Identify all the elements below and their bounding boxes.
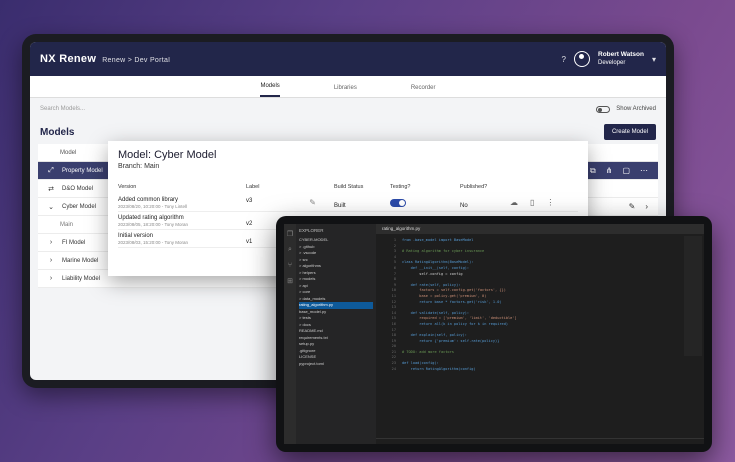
row-label: Main bbox=[60, 221, 74, 228]
user-info[interactable]: Robert Watson Developer bbox=[598, 51, 644, 67]
version-meta: 2023/08/20, 10:20:00 - Tony Lintell bbox=[118, 203, 187, 209]
code-editor-screen: ❐ ⌕ ⑂ ⊞ EXPLORER CYBER-MODEL > .github > .… bbox=[284, 224, 704, 444]
code-text: self.config = config bbox=[402, 271, 463, 276]
row-label: Cyber Model bbox=[62, 203, 97, 210]
tab-bar: Models Libraries Recorder bbox=[30, 76, 666, 98]
breadcrumb[interactable]: Renew > Dev Portal bbox=[102, 57, 170, 64]
explorer-title: EXPLORER bbox=[299, 228, 324, 233]
minimap[interactable] bbox=[684, 236, 702, 356]
code-text: return base * factors.get('risk', 1.0) bbox=[402, 299, 502, 304]
row-label: Liability Model bbox=[62, 275, 101, 282]
version-row[interactable]: Added common library 2023/08/20, 10:20:00… bbox=[118, 194, 578, 212]
toggle-icon[interactable]: ⇄ bbox=[46, 185, 56, 193]
version-label: v2 bbox=[246, 220, 253, 227]
help-icon[interactable]: ? bbox=[562, 55, 566, 64]
chevron-down-icon[interactable]: ⌄ bbox=[46, 203, 56, 211]
activity-bar: ❐ ⌕ ⑂ ⊞ bbox=[284, 224, 296, 444]
user-name: Robert Watson bbox=[598, 51, 644, 58]
code-text: return {'premium': self.rate(policy)} bbox=[402, 338, 500, 343]
top-bar: NX Renew Renew > Dev Portal ? Robert Wats… bbox=[30, 42, 666, 76]
tab-libraries[interactable]: Libraries bbox=[334, 85, 357, 97]
show-archived-toggle[interactable] bbox=[596, 105, 611, 113]
cloud-upload-icon[interactable]: ☁ bbox=[510, 198, 518, 207]
row-actions: ✎ › bbox=[629, 202, 648, 211]
pencil-icon[interactable]: ✎ bbox=[629, 202, 636, 211]
version-title: Updated rating algorithm bbox=[118, 214, 184, 221]
row-label: Marine Model bbox=[62, 257, 99, 264]
more-icon[interactable]: ⋮ bbox=[546, 198, 554, 207]
document-icon[interactable]: ▯ bbox=[530, 198, 534, 207]
chevron-down-icon[interactable]: ▾ bbox=[652, 55, 656, 64]
brand-logo[interactable]: NX Renew Renew > Dev Portal bbox=[40, 53, 170, 65]
source-control-icon[interactable]: ⑂ bbox=[288, 262, 292, 269]
version-meta: 2023/08/03, 15:20:00 - Tony Moran bbox=[118, 239, 188, 245]
modal-title: Model: Cyber Model bbox=[118, 149, 217, 161]
version-title: Added common library bbox=[118, 196, 179, 203]
file-tree: CYBER-MODEL > .github > .vscode > src > al… bbox=[299, 237, 373, 367]
published-header: Published? bbox=[460, 184, 488, 190]
modal-subtitle: Branch: Main bbox=[118, 163, 160, 170]
version-label: v3 bbox=[246, 198, 253, 204]
search-icon[interactable]: ⌕ bbox=[288, 246, 292, 254]
code-text: return RatingAlgorithm(config) bbox=[402, 366, 476, 371]
user-role: Developer bbox=[598, 60, 626, 66]
tree-item[interactable]: pyproject.toml bbox=[299, 361, 373, 368]
page-title: Models bbox=[40, 126, 75, 138]
version-title: Initial version bbox=[118, 232, 154, 239]
code-line: 24 return RatingAlgorithm(config) bbox=[382, 367, 698, 373]
more-icon[interactable]: ⋯ bbox=[640, 166, 648, 176]
files-icon[interactable]: ❐ bbox=[287, 230, 293, 238]
row-actions: ⧉ ⋔ ▢ ⋯ bbox=[590, 166, 648, 176]
row-label: D&O Model bbox=[62, 185, 94, 192]
chevron-right-icon[interactable]: › bbox=[46, 275, 56, 282]
tab-models[interactable]: Models bbox=[260, 83, 280, 97]
build-status: Built bbox=[334, 202, 346, 209]
hierarchy-icon[interactable]: ⋔ bbox=[606, 166, 613, 176]
create-model-button[interactable]: Create Model bbox=[603, 124, 656, 140]
search-input[interactable]: Search Models... bbox=[40, 106, 590, 112]
tab-recorder[interactable]: Recorder bbox=[411, 85, 436, 97]
testing-toggle[interactable] bbox=[390, 198, 406, 207]
row-label: Property Model bbox=[62, 167, 103, 174]
model-column-header: Model bbox=[60, 149, 77, 156]
version-label: v1 bbox=[246, 238, 253, 245]
code-text: return all(k in policy for k in required… bbox=[402, 321, 509, 326]
label-header: Label bbox=[246, 184, 260, 190]
edit-pencil-icon[interactable]: ✎ bbox=[309, 198, 316, 207]
show-archived-label: Show Archived bbox=[616, 106, 656, 112]
row-label: FI Model bbox=[62, 239, 86, 246]
code-text: # Rating algorithm for cyber insurance bbox=[402, 249, 485, 254]
editor-pane: rating_algorithm.py 1 from .base_model im… bbox=[376, 224, 704, 444]
document-icon[interactable]: ▢ bbox=[622, 166, 630, 176]
file-explorer: EXPLORER CYBER-MODEL > .github > .vscode >… bbox=[296, 224, 376, 444]
status-bar bbox=[376, 438, 704, 444]
avatar[interactable] bbox=[574, 51, 590, 67]
version-meta: 2023/08/05, 18:20:00 - Tony Moran bbox=[118, 221, 188, 227]
extensions-icon[interactable]: ⊞ bbox=[287, 277, 293, 285]
build-status-header: Build Status bbox=[334, 184, 364, 190]
chevron-right-icon[interactable]: › bbox=[46, 239, 56, 246]
modal-table-header: Version Label Build Status Testing? Publ… bbox=[118, 184, 578, 194]
code-text: # TODO: add more factors bbox=[402, 349, 454, 354]
search-row: Search Models... Show Archived bbox=[30, 98, 666, 120]
testing-header: Testing? bbox=[390, 184, 411, 190]
chevron-right-icon[interactable]: › bbox=[46, 257, 56, 264]
code-area[interactable]: 1 from .base_model import BaseModel 2 3 # Ra… bbox=[376, 234, 704, 376]
line-number: 24 bbox=[391, 366, 396, 371]
code-text: from .base_model import BaseModel bbox=[402, 238, 474, 242]
version-header: Version bbox=[118, 184, 137, 190]
editor-tab[interactable]: rating_algorithm.py bbox=[376, 224, 704, 234]
published-value: No bbox=[460, 202, 468, 209]
compare-icon[interactable]: ⧉ bbox=[590, 166, 596, 176]
tablet-frame: ❐ ⌕ ⑂ ⊞ EXPLORER CYBER-MODEL > .github > .… bbox=[276, 216, 712, 452]
chevron-right-icon[interactable]: › bbox=[645, 202, 648, 211]
expand-icon[interactable]: ⤢ bbox=[46, 167, 56, 175]
